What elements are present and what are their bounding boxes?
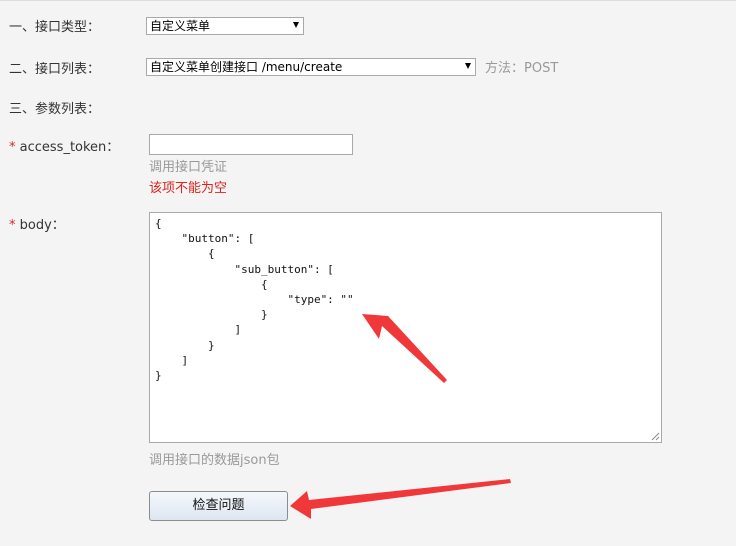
access-token-error: 该项不能为空 bbox=[149, 181, 228, 196]
interface-list-select[interactable]: 自定义菜单创建接口 /menu/create bbox=[146, 58, 476, 76]
http-method-text: 方法：POST bbox=[485, 61, 559, 76]
access-token-label-text: access_token： bbox=[15, 140, 120, 155]
chevron-down-icon bbox=[465, 63, 471, 69]
body-json-text: { "button": [ { "sub_button": [ { "type"… bbox=[155, 217, 354, 383]
params-heading: 三、参数列表： bbox=[9, 102, 101, 117]
body-label: * body： bbox=[9, 214, 65, 233]
interface-type-select[interactable]: 自定义菜单 bbox=[146, 17, 304, 35]
chevron-down-icon bbox=[293, 22, 299, 28]
interface-list-selected: 自定义菜单创建接口 /menu/create bbox=[150, 60, 343, 74]
interface-type-label: 一、接口类型： bbox=[9, 20, 101, 35]
resize-grip-icon[interactable] bbox=[651, 432, 660, 441]
body-label-text: body： bbox=[15, 218, 65, 233]
interface-type-selected: 自定义菜单 bbox=[150, 19, 211, 33]
body-hint: 调用接口的数据json包 bbox=[149, 453, 280, 468]
interface-list-label: 二、接口列表： bbox=[9, 62, 101, 77]
access-token-input[interactable] bbox=[149, 134, 353, 155]
access-token-hint: 调用接口凭证 bbox=[149, 160, 228, 175]
access-token-label: * access_token： bbox=[9, 136, 119, 155]
annotation-arrow-icon bbox=[290, 479, 511, 519]
check-problem-button[interactable]: 检查问题 bbox=[149, 491, 288, 521]
body-textarea[interactable]: { "button": [ { "sub_button": [ { "type"… bbox=[149, 212, 662, 443]
top-divider bbox=[0, 0, 736, 5]
